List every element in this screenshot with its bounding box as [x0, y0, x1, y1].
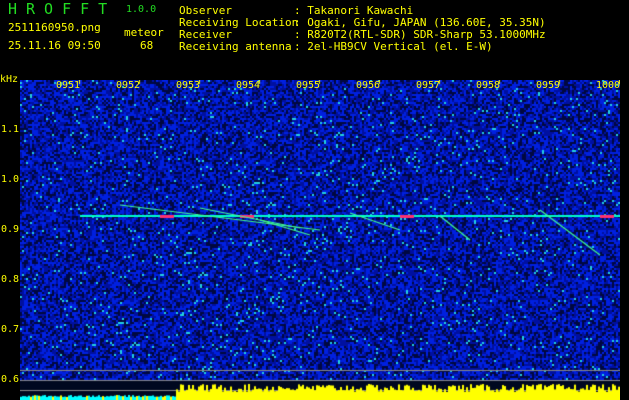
time-label: 0957: [416, 80, 441, 91]
time-label: 0959: [536, 80, 561, 91]
meteor-count: 68: [140, 39, 154, 52]
time-label: 0955: [296, 80, 321, 91]
time-label: 0956: [356, 80, 381, 91]
freq-label: 0.9: [1, 224, 20, 235]
time-label: 0952: [116, 80, 141, 91]
time-label: 1000: [596, 80, 621, 91]
freq-label: 0.6: [1, 374, 20, 385]
datetime: 25.11.16 09:50: [8, 39, 101, 52]
time-label: 0954: [236, 80, 261, 91]
meteor-label: meteor: [124, 26, 164, 39]
info-label: Receiving antenna: [179, 40, 292, 53]
app-title: HROFFT: [8, 0, 117, 18]
info-value: : 2el-HB9CV Vertical (el. E-W): [294, 40, 493, 53]
spectrogram: [20, 80, 620, 400]
file-name: 2511160950.png: [8, 21, 101, 34]
freq-label: 0.7: [1, 324, 20, 335]
app-version: 1.0.0: [126, 4, 157, 15]
freq-label: 1.0: [1, 174, 20, 185]
time-label: 0953: [176, 80, 201, 91]
freq-label: 1.1: [1, 124, 20, 135]
freq-label: 0.8: [1, 274, 20, 285]
freq-unit-label: kHz: [0, 74, 19, 85]
time-label: 0951: [56, 80, 81, 91]
time-label: 0958: [476, 80, 501, 91]
